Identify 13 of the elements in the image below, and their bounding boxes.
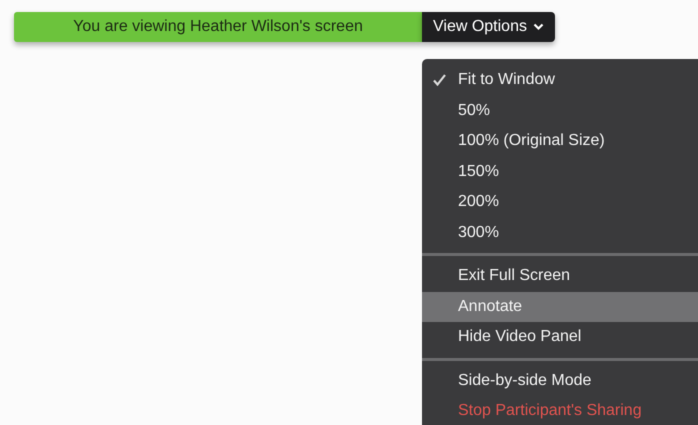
viewing-banner: You are viewing Heather Wilson's screen [14,12,422,42]
menu-item[interactable]: Hide Video Panel [422,322,698,352]
menu-item[interactable]: 200% [422,187,698,218]
menu-item[interactable]: 150% [422,156,698,187]
menu-item[interactable]: Side-by-side Mode [422,366,698,396]
menu-item[interactable]: Annotate [422,292,698,322]
menu-item[interactable]: Exit Full Screen [422,261,698,292]
view-options-button[interactable]: View Options [422,12,555,42]
menu-item[interactable]: 100% (Original Size) [422,126,698,156]
menu-item[interactable]: 50% [422,96,698,126]
menu-item[interactable]: 300% [422,218,698,248]
menu-item[interactable]: Fit to Window [422,65,698,96]
chevron-down-icon [532,23,544,31]
